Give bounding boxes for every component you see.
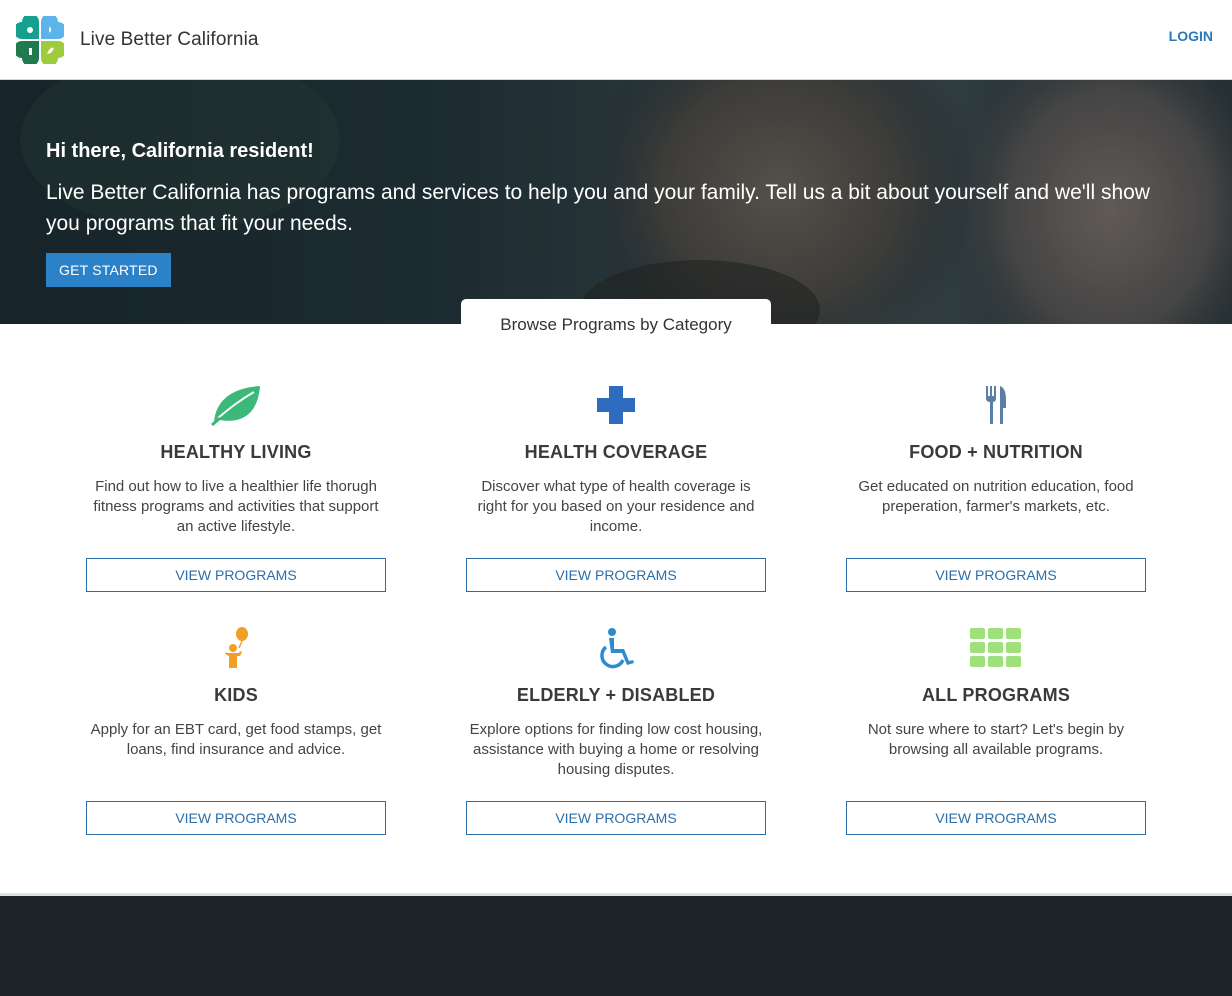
brand-name[interactable]: Live Better California — [80, 29, 259, 51]
browse-programs-tab: Browse Programs by Category — [461, 299, 771, 349]
category-title: ELDERLY + DISABLED — [516, 685, 716, 705]
category-title: ALL PROGRAMS — [921, 685, 1071, 705]
category-description: Find out how to live a healthier life th… — [93, 478, 379, 535]
category-elderly-disabled: ELDERLY + DISABLED Explore options for f… — [426, 623, 806, 835]
leaf-icon — [211, 386, 260, 426]
hero-banner: Hi there, California resident! Live Bett… — [0, 80, 1232, 324]
view-programs-button[interactable]: VIEW PROGRAMS — [846, 558, 1146, 592]
category-description: Discover what type of health coverage is… — [477, 478, 755, 535]
view-programs-button[interactable]: VIEW PROGRAMS — [466, 558, 766, 592]
category-description: Not sure where to start? Let's begin by … — [867, 721, 1125, 758]
category-health-coverage: HEALTH COVERAGE Discover what type of he… — [426, 380, 806, 592]
view-programs-button[interactable]: VIEW PROGRAMS — [466, 801, 766, 835]
category-kids: KIDS Apply for an EBT card, get food sta… — [46, 623, 426, 835]
category-description: Get educated on nutrition education, foo… — [858, 478, 1134, 515]
fork-knife-icon — [986, 386, 1006, 424]
category-food-nutrition: FOOD + NUTRITION Get educated on nutriti… — [806, 380, 1186, 592]
view-programs-button[interactable]: VIEW PROGRAMS — [846, 801, 1146, 835]
wheelchair-icon — [600, 628, 634, 669]
clover-logo-icon[interactable] — [16, 16, 64, 64]
category-healthy-living: HEALTHY LIVING Find out how to live a he… — [46, 380, 426, 592]
view-programs-button[interactable]: VIEW PROGRAMS — [86, 558, 386, 592]
category-description: Explore options for finding low cost hou… — [469, 721, 763, 778]
medical-cross-icon — [597, 386, 635, 424]
category-description: Apply for an EBT card, get food stamps, … — [90, 721, 382, 758]
hero-title: Hi there, California resident! — [46, 140, 314, 162]
category-title: FOOD + NUTRITION — [909, 442, 1083, 462]
category-title: KIDS — [214, 685, 258, 705]
view-programs-button[interactable]: VIEW PROGRAMS — [86, 801, 386, 835]
hero-text: Live Better California has programs and … — [46, 181, 1150, 235]
hero-content: Hi there, California resident! Live Bett… — [46, 140, 1186, 287]
category-title: HEALTH COVERAGE — [524, 442, 708, 462]
grid-icon — [970, 628, 1021, 667]
site-header: Live Better California LOGIN — [0, 0, 1232, 80]
category-all-programs: ALL PROGRAMS Not sure where to start? Le… — [806, 623, 1186, 835]
login-link[interactable]: LOGIN — [1169, 28, 1213, 44]
get-started-button[interactable]: GET STARTED — [46, 253, 171, 287]
child-balloon-icon — [225, 627, 248, 668]
site-footer — [0, 896, 1232, 996]
category-title: HEALTHY LIVING — [160, 442, 312, 462]
